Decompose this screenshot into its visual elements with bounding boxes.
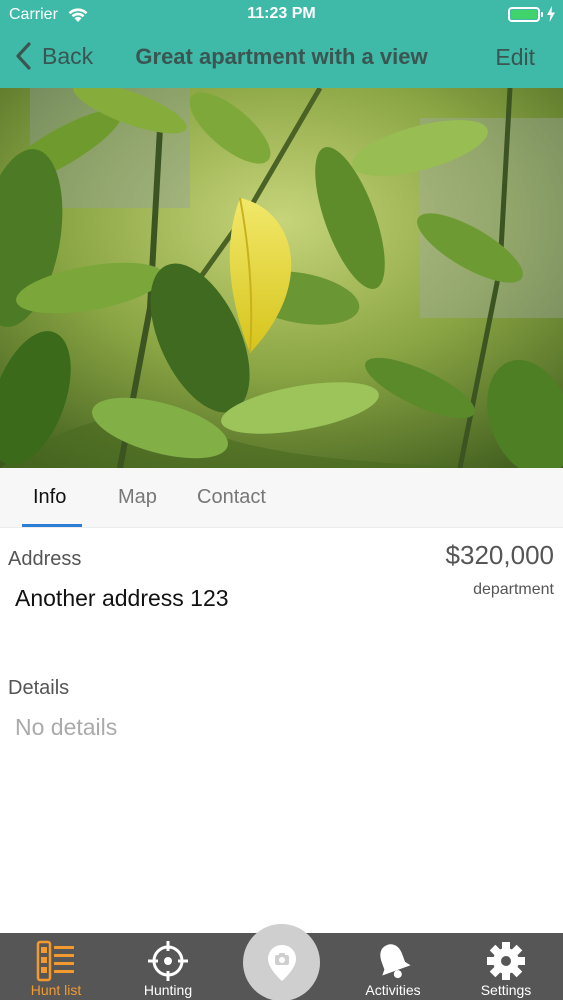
tabbar-label-settings: Settings <box>480 982 532 998</box>
address-label: Address <box>8 548 82 570</box>
hunt-list-icon <box>36 940 74 982</box>
crosshair-icon <box>148 941 188 981</box>
tabbar-label-hunting: Hunting <box>143 982 193 998</box>
tab-info[interactable]: Info <box>33 486 66 509</box>
tabbar-label-hunt-list: Hunt list <box>30 982 82 998</box>
active-tab-indicator <box>22 524 82 527</box>
tabbar-item-hunting[interactable]: Hunting <box>112 933 224 1000</box>
property-type: department <box>473 581 554 598</box>
tabbar-label-activities: Activities <box>365 982 421 998</box>
tab-contact[interactable]: Contact <box>197 486 266 509</box>
info-panel: Address Another address 123 $320,000 dep… <box>0 528 563 933</box>
charging-bolt-icon <box>547 6 555 22</box>
top-bar: Carrier 11:23 PM Back Great apartment wi… <box>0 0 563 88</box>
tabbar-item-hunt-list[interactable]: Hunt list <box>0 933 112 1000</box>
price-value: $320,000 <box>445 540 554 570</box>
bell-icon <box>380 944 411 979</box>
details-value: No details <box>15 714 118 740</box>
tabbar-item-activities[interactable]: Activities <box>337 933 449 1000</box>
address-value: Another address 123 <box>15 585 229 611</box>
property-photo <box>0 88 563 468</box>
navigation-bar: Back Great apartment with a view Edit <box>0 30 563 88</box>
location-camera-icon <box>268 945 296 981</box>
battery-icon <box>508 7 540 22</box>
battery-tip <box>541 12 543 17</box>
add-location-button[interactable] <box>243 924 320 1000</box>
page-title: Great apartment with a view <box>135 44 428 69</box>
detail-tabs: Info Map Contact <box>0 468 563 528</box>
edit-button[interactable]: Edit <box>495 44 535 71</box>
details-label: Details <box>8 677 70 699</box>
gear-icon <box>487 942 525 980</box>
tabbar-item-settings[interactable]: Settings <box>450 933 562 1000</box>
status-bar: Carrier 11:23 PM <box>0 0 563 30</box>
tab-map[interactable]: Map <box>118 486 157 509</box>
status-time: 11:23 PM <box>247 5 316 22</box>
leaves-photo-image <box>0 88 563 468</box>
